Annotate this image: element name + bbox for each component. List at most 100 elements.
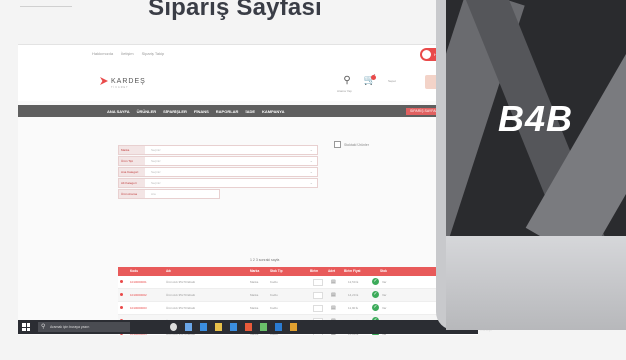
stock-only-checkbox[interactable]: Stoktaki Ürünler	[334, 141, 369, 148]
cell-name: Ürün Adı 35x70 Ebatlı	[166, 306, 196, 310]
search-icon: ⚲	[41, 324, 46, 330]
table-row[interactable]: 1010000002 Ürün Adı 35x70 Ebatlı Marka Kodl…	[118, 289, 478, 302]
filter-label: Ürün Tipi	[119, 157, 145, 165]
taskbar-search[interactable]: ⚲ Aramak için buraya yazın	[38, 322, 130, 332]
column-header[interactable]: Adı	[166, 269, 171, 273]
quantity-input[interactable]	[313, 305, 323, 312]
folder-icon[interactable]	[215, 323, 222, 331]
page-title: Sipariş Sayfası	[148, 0, 322, 21]
cart-badge	[371, 75, 376, 80]
cell-code: 1010000002	[130, 293, 147, 297]
add-to-cart-icon[interactable]: ▤	[331, 279, 336, 285]
filter-label: Ana Kategori	[119, 168, 145, 176]
app-icon[interactable]	[275, 323, 282, 331]
filter-value: Seçiniz	[151, 148, 161, 152]
logo-name: KARDEŞ	[111, 77, 146, 85]
table-header: Kodu Adı Marka Stok Tip Birim Adet Birim…	[118, 267, 478, 276]
chevron-down-icon: ⌄	[309, 147, 313, 152]
nav-item[interactable]: ÜRÜNLER	[137, 109, 157, 114]
in-stock-icon: ✓	[372, 278, 379, 285]
cell-name: Ürün Adı 35x70 Ebatlı	[166, 280, 196, 284]
filter-label: Ürün Arama	[119, 190, 145, 198]
table-row[interactable]: 1010000001 Ürün Adı 35x70 Ebatlı Marka Kodl…	[118, 276, 478, 289]
column-header[interactable]: Adet	[328, 269, 335, 273]
checkbox-box	[334, 141, 341, 148]
monitor-display: B4B	[446, 0, 626, 236]
top-bar: Hakkımızda İletişim Sipariş Takip Hesabı…	[18, 45, 478, 66]
app-icon[interactable]	[260, 323, 267, 331]
cell-code: 1010000001	[130, 280, 147, 284]
pagination[interactable]: 1 2 3 sonraki sayfa	[250, 258, 279, 262]
column-header[interactable]: Birim Fiyat	[344, 269, 360, 273]
nav-item[interactable]: SİPARİŞLER	[163, 109, 187, 114]
cell-type: Kodlu	[270, 280, 278, 284]
product-search-input[interactable]: Ürün Arama Ara	[118, 189, 220, 199]
cart-label: Sepet	[388, 79, 396, 83]
cell-stock: Var	[382, 280, 387, 284]
nav-item[interactable]: RAPORLAR	[216, 109, 239, 114]
chevron-down-icon: ⌄	[309, 180, 313, 185]
add-to-cart-icon[interactable]: ▤	[331, 292, 336, 298]
filter-value: Ara	[151, 192, 156, 196]
row-marker-icon	[120, 280, 123, 283]
in-stock-icon: ✓	[372, 291, 379, 298]
app-icon[interactable]	[245, 323, 252, 331]
chevron-down-icon: ⌄	[309, 169, 313, 174]
quantity-input[interactable]	[313, 292, 323, 299]
column-header[interactable]: Birim	[310, 269, 318, 273]
cell-brand: Marka	[250, 293, 259, 297]
nav-item[interactable]: İADE	[245, 109, 255, 114]
top-links: Hakkımızda İletişim Sipariş Takip	[92, 51, 164, 56]
edge-icon[interactable]	[200, 323, 207, 331]
cell-name: Ürün Adı 35x70 Ebatlı	[166, 293, 196, 297]
nav-item[interactable]: ANA SAYFA	[107, 109, 130, 114]
top-link[interactable]: İletişim	[121, 51, 133, 56]
task-view-icon[interactable]	[185, 323, 192, 331]
main-nav: ANA SAYFA ÜRÜNLER SİPARİŞLER FİNANS RAPO…	[18, 105, 478, 117]
cell-stock: Var	[382, 293, 387, 297]
start-icon[interactable]	[22, 323, 30, 331]
column-header[interactable]: Stok Tip	[270, 269, 283, 273]
add-to-cart-icon[interactable]: ▤	[331, 305, 336, 311]
cell-price: 12,50 ₺	[348, 280, 359, 284]
filter-label: Marka	[119, 146, 145, 154]
nav-item[interactable]: FİNANS	[194, 109, 209, 114]
column-header[interactable]: Stok	[380, 269, 387, 273]
type-select[interactable]: Ürün Tipi Seçiniz ⌄	[118, 156, 318, 166]
monitor: B4B	[436, 0, 626, 330]
chevron-down-icon: ⌄	[309, 158, 313, 163]
cell-brand: Marka	[250, 306, 259, 310]
taskbar-search-placeholder: Aramak için buraya yazın	[50, 325, 90, 329]
brand-select[interactable]: Marka Seçiniz ⌄	[118, 145, 318, 155]
search-icon[interactable]: ⚲	[340, 75, 354, 89]
cell-code: 1010000003	[130, 306, 147, 310]
cell-type: Kodlu	[270, 306, 278, 310]
filter-value: Seçiniz	[151, 181, 161, 185]
column-header[interactable]: Kodu	[130, 269, 138, 273]
site-header: KARDEŞ TİCARET ⚲ Arama Yap 🛒 Sepet Hesab…	[18, 65, 478, 101]
logo-mark-icon	[100, 77, 108, 85]
top-link[interactable]: Hakkımızda	[92, 51, 113, 56]
main-category-select[interactable]: Ana Kategori Seçiniz ⌄	[118, 167, 318, 177]
store-icon[interactable]	[230, 323, 237, 331]
column-header[interactable]: Marka	[250, 269, 259, 273]
top-link[interactable]: Sipariş Takip	[142, 51, 165, 56]
filter-value: Seçiniz	[151, 159, 161, 163]
table-row[interactable]: 1010000003 Ürün Adı 35x70 Ebatlı Marka Kodl…	[118, 302, 478, 315]
taskbar: ⚲ Aramak için buraya yazın 23°C Güneşli	[18, 320, 492, 334]
row-marker-icon	[120, 293, 123, 296]
filter-label: Alt Kategori	[119, 179, 145, 187]
sub-category-select[interactable]: Alt Kategori Seçiniz ⌄	[118, 178, 318, 188]
monitor-chin	[446, 236, 626, 330]
filter-value: Seçiniz	[151, 170, 161, 174]
cell-type: Kodlu	[270, 293, 278, 297]
quantity-input[interactable]	[313, 279, 323, 286]
cortana-icon[interactable]	[170, 323, 177, 331]
cell-price: 14,20 ₺	[348, 293, 359, 297]
logo-sub: TİCARET	[111, 86, 129, 89]
logo[interactable]: KARDEŞ TİCARET	[100, 77, 146, 89]
app-icon[interactable]	[290, 323, 297, 331]
nav-item[interactable]: KAMPANYA	[262, 109, 284, 114]
taskbar-apps	[170, 323, 297, 331]
app-screen: Hakkımızda İletişim Sipariş Takip Hesabı…	[18, 44, 478, 335]
